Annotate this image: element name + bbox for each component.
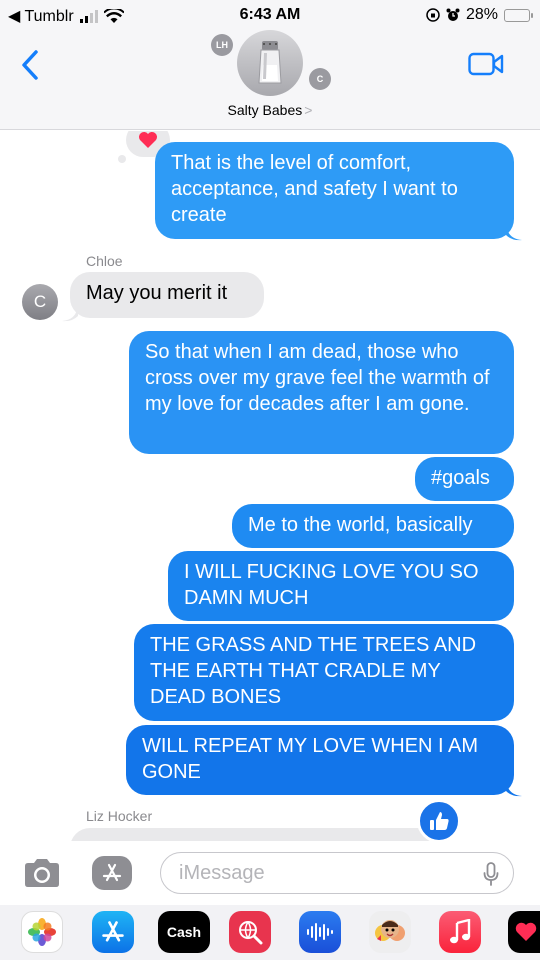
salt-shaker-icon [258,41,282,84]
memoji-faces [375,920,405,941]
video-camera-icon[interactable] [468,52,504,76]
message-text: So that when I am dead, those who cross … [145,341,490,415]
member-avatar-c[interactable]: C [309,68,331,90]
message-text: Me to the world, basically [248,514,473,536]
apple-cash-icon[interactable]: Cash [158,911,210,953]
thumbs-up-icon [430,812,449,830]
group-avatar[interactable] [237,30,303,96]
message-input-bar: iMessage [0,843,540,905]
message-bubble-outgoing[interactable]: That is the level of comfort, acceptance… [155,142,514,239]
message-bubble-incoming[interactable]: May you merit it [70,272,264,318]
bubble-tail [506,225,522,241]
app-store-button[interactable] [92,856,132,890]
music-icon[interactable] [439,911,481,953]
message-bubble-outgoing[interactable]: I WILL FUCKING LOVE YOU SO DAMN MUCH [168,551,514,621]
alarm-icon [446,8,460,21]
photos-icon[interactable] [21,911,63,953]
chevron-right-icon: > [304,102,313,118]
app-store-glyph [102,921,124,942]
app-store-drawer-icon[interactable] [92,911,134,953]
avatar-initial: C [33,292,47,311]
thumbs-up-reaction[interactable] [417,799,461,841]
sender-name: Chloe [86,253,123,269]
member-initials: LH [216,40,228,50]
status-right: 28% [426,6,533,24]
member-initials: C [316,74,324,84]
imessage-placeholder: iMessage [179,861,265,884]
message-bubble-outgoing[interactable]: THE GRASS AND THE TREES AND THE EARTH TH… [134,624,514,721]
sender-avatar[interactable]: C [22,284,58,320]
music-note-glyph [450,919,471,944]
imessage-input[interactable]: iMessage [160,852,514,894]
group-name-label[interactable]: Salty Babes [228,102,303,118]
bubble-tail [506,781,522,797]
message-bubble-outgoing[interactable]: Me to the world, basically [232,504,514,548]
heart-glyph [515,922,537,941]
message-bubble-incoming[interactable] [70,828,450,841]
group-name[interactable]: Salty Babes > [0,102,540,118]
battery-icon [504,8,533,22]
status-bar: ◀ Tumblr 6:43 AM 28% [0,0,540,30]
orientation-lock-icon [426,8,440,22]
waveform-glyph [307,923,333,941]
message-bubble-outgoing[interactable]: So that when I am dead, those who cross … [129,331,514,454]
globe-search-glyph [239,921,263,945]
member-avatar-lh[interactable]: LH [211,34,233,56]
message-text: WILL REPEAT MY LOVE WHEN I AM GONE [142,735,479,783]
message-text: I WILL FUCKING LOVE YOU SO DAMN MUCH [184,561,479,609]
message-bubble-outgoing[interactable]: #goals [415,457,514,501]
message-text: That is the level of comfort, acceptance… [171,152,458,226]
message-text: #goals [431,467,490,489]
camera-icon[interactable] [22,857,62,889]
message-bubble-outgoing[interactable]: WILL REPEAT MY LOVE WHEN I AM GONE [126,725,514,795]
heart-icon [139,132,157,148]
web-search-icon[interactable] [229,911,271,953]
conversation-header: LH C Salty Babes > [0,30,540,130]
message-text: May you merit it [86,282,228,304]
app-store-icon [102,863,122,882]
battery-percent: 28% [465,6,498,23]
audio-message-icon[interactable] [299,911,341,953]
app-drawer: Cash [0,905,540,960]
message-thread[interactable]: That is the level of comfort, acceptance… [0,131,540,841]
reaction-tail [118,155,126,163]
back-button[interactable] [18,48,42,82]
photos-flower [28,918,56,946]
message-text: THE GRASS AND THE TREES AND THE EARTH TH… [150,634,477,708]
microphone-icon[interactable] [483,862,499,886]
memoji-icon[interactable] [369,911,411,953]
digital-touch-icon[interactable] [508,911,540,953]
apple-cash-label: Cash [166,924,202,940]
sender-name: Liz Hocker [86,808,153,824]
